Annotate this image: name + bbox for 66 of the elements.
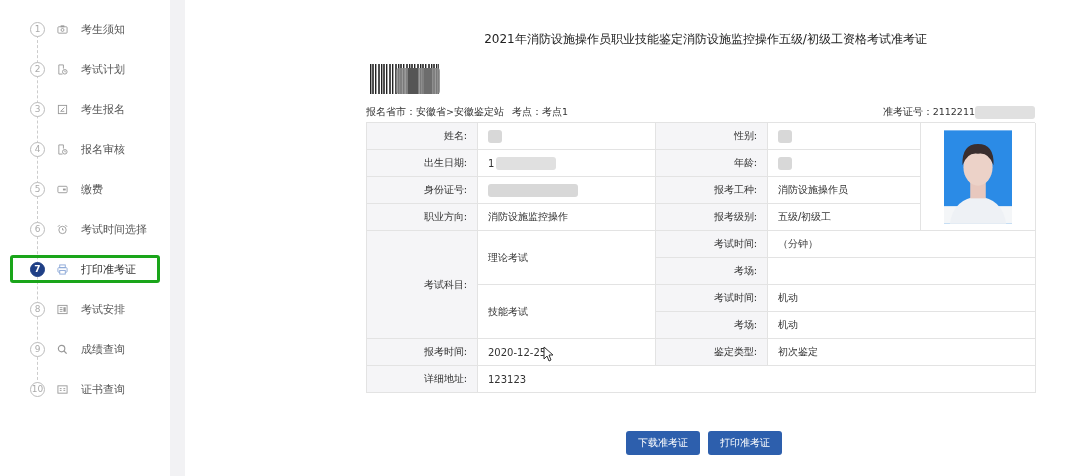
document-clock-icon <box>57 63 68 75</box>
sidebar-item[interactable]: 8 考试安排 <box>10 295 160 323</box>
field-value: 123123 <box>488 373 527 385</box>
field-value: 1 <box>488 157 495 169</box>
form-icon <box>57 103 68 115</box>
list-icon <box>57 303 68 315</box>
subject-name: 技能考试 <box>488 304 528 319</box>
action-button[interactable]: 下载准考证 <box>625 431 700 455</box>
sidebar-item[interactable]: 7 打印准考证 <box>10 255 160 283</box>
field-value: （分钟） <box>778 237 818 251</box>
exam-site-text: 考点：考点1 <box>511 105 568 119</box>
field-label: 考试时间: <box>656 231 768 258</box>
sidebar-item[interactable]: 9 成绩查询 <box>10 335 160 363</box>
wallet-icon <box>57 183 68 195</box>
field-label: 报考工种: <box>656 177 768 204</box>
step-number: 3 <box>30 101 45 117</box>
field-value: 初次鉴定 <box>778 345 818 359</box>
field-label: 鉴定类型: <box>656 339 768 366</box>
ticket-title: 2021年消防设施操作员职业技能鉴定消防设施监控操作五级/初级工资格考试准考证 <box>483 31 928 48</box>
sidebar-item[interactable]: 2 考试计划 <box>10 55 160 83</box>
sidebar-item[interactable]: 4 报名审核 <box>10 135 160 163</box>
step-number: 10 <box>30 381 45 397</box>
field-value: 2020-12-25 <box>488 346 547 358</box>
step-number: 5 <box>30 181 45 197</box>
field-value: 消防设施操作员 <box>778 183 848 197</box>
field-label: 性别: <box>656 123 768 150</box>
field-value: 消防设施监控操作 <box>488 210 568 224</box>
step-number: 8 <box>30 301 45 317</box>
alarm-clock-icon <box>57 223 68 235</box>
ticket-number-text: 准考证号：2112211 <box>882 105 975 119</box>
subject-name: 理论考试 <box>488 250 528 265</box>
field-label: 职业方向: <box>367 204 478 231</box>
camera-icon <box>57 23 68 35</box>
field-label: 报考时间: <box>367 339 478 366</box>
field-label: 详细地址: <box>367 366 478 393</box>
mouse-pointer-icon <box>543 346 553 362</box>
field-label: 考试科目: <box>367 231 478 339</box>
sidebar-item[interactable]: 10 证书查询 <box>10 375 160 403</box>
field-label: 姓名: <box>367 123 478 150</box>
step-number: 1 <box>30 21 45 37</box>
field-label: 报考级别: <box>656 204 768 231</box>
field-label: 身份证号: <box>367 177 478 204</box>
region-text: 报名省市：安徽省>安徽鉴定站 <box>366 105 504 119</box>
step-number: 7 <box>30 261 45 277</box>
step-number: 2 <box>30 61 45 77</box>
action-button[interactable]: 打印准考证 <box>707 431 782 455</box>
field-value: 机动 <box>778 291 798 305</box>
step-number: 9 <box>30 341 45 357</box>
field-value: 五级/初级工 <box>778 210 832 224</box>
sidebar-item[interactable]: 3 考生报名 <box>10 95 160 123</box>
step-number: 6 <box>30 221 45 237</box>
field-value: 机动 <box>778 318 798 332</box>
document-clock-icon <box>57 143 68 155</box>
field-label: 考场: <box>656 312 768 339</box>
step-number: 4 <box>30 141 45 157</box>
sidebar-item[interactable]: 5 缴费 <box>10 175 160 203</box>
search-icon <box>57 343 68 355</box>
field-label: 年龄: <box>656 150 768 177</box>
sidebar-item[interactable]: 1 考生须知 <box>10 15 160 43</box>
printer-icon <box>57 263 68 275</box>
barcode-drawing <box>370 64 440 94</box>
certificate-icon <box>57 383 68 395</box>
field-label: 出生日期: <box>367 150 478 177</box>
field-label: 考试时间: <box>656 285 768 312</box>
field-label: 考场: <box>656 258 768 285</box>
sidebar-item[interactable]: 6 考试时间选择 <box>10 215 160 243</box>
